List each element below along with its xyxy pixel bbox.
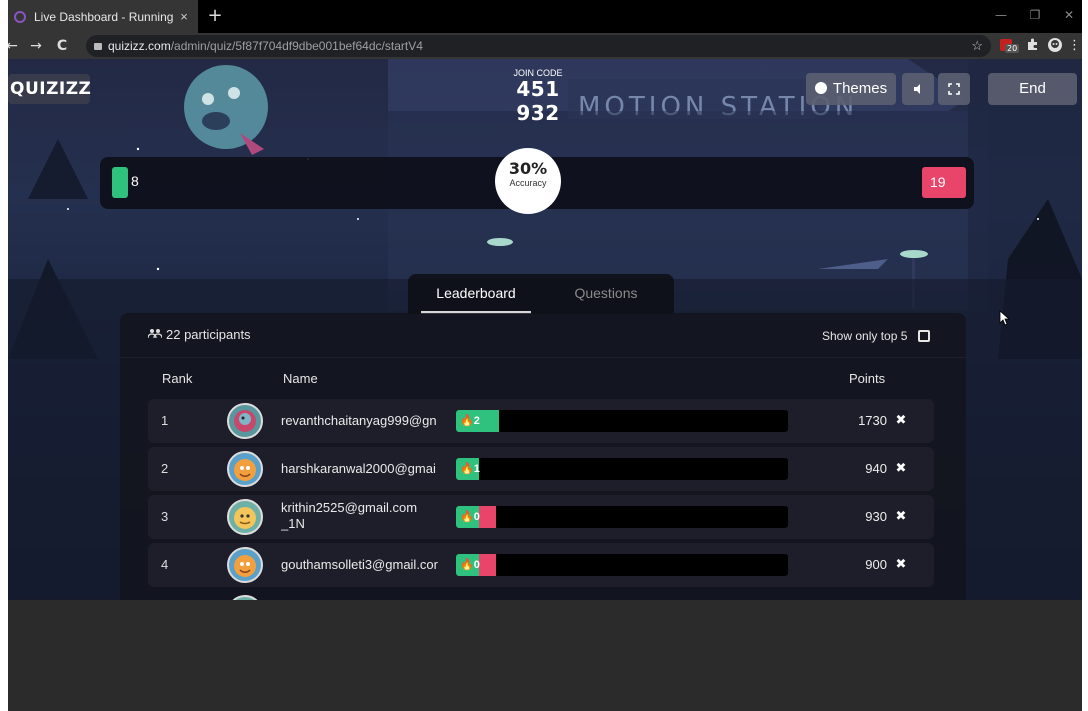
player-avatar — [227, 499, 263, 535]
themes-label: Themes — [832, 80, 888, 97]
streak-count: 🔥0 — [460, 559, 480, 571]
player-name: gouthamsolleti3@gmail.cor — [281, 557, 438, 572]
dashboard-tabs: Leaderboard Questions — [408, 274, 674, 314]
player-name-text: krithin2525@gmail.com _1N — [281, 500, 418, 531]
address-bar[interactable]: quizizz.com/admin/quiz/5f87f704df9dbe001… — [86, 35, 991, 57]
column-header-rank: Rank — [162, 371, 193, 386]
minimize-button[interactable]: — — [986, 3, 1016, 27]
streak-value: 0 — [473, 511, 480, 523]
speaker-icon — [914, 84, 920, 94]
participants-count: 22 participants — [147, 327, 251, 342]
close-window-button[interactable]: ✕ — [1054, 3, 1082, 27]
back-button[interactable]: ← — [8, 36, 22, 56]
streak-bar: 🔥1 — [456, 458, 788, 480]
accuracy-percent: 30% — [508, 159, 548, 178]
url-path: /admin/quiz/5f87f704df9dbe001bef64dc/sta… — [170, 39, 423, 53]
streak-count: 🔥0 — [460, 511, 480, 523]
tab-leaderboard[interactable]: Leaderboard — [421, 274, 531, 314]
row-rank: 4 — [161, 557, 169, 572]
player-points: 1730 — [858, 413, 887, 428]
browser-window: Live Dashboard - Running × + — ❐ ✕ ← → C… — [8, 0, 1082, 711]
row-rank: 3 — [161, 509, 169, 524]
remove-player-icon[interactable]: ✖ — [893, 447, 909, 491]
leaderboard-row: 1 revanthchaitanyag999@gn 🔥2 1730 ✖ — [148, 399, 934, 443]
quizizz-favicon-icon — [14, 10, 26, 23]
quizizz-logo: QUIZIZZ — [8, 74, 91, 104]
header-divider — [120, 357, 966, 358]
streak-count: 🔥1 — [460, 463, 480, 475]
streak-value: 0 — [473, 559, 480, 571]
column-header-name: Name — [283, 371, 318, 386]
show-top5-checkbox[interactable] — [918, 330, 930, 342]
column-header-points: Points — [849, 371, 886, 386]
leaderboard-row: 4 gouthamsolleti3@gmail.cor 🔥0 900 ✖ — [148, 543, 934, 587]
leaderboard-panel: 22 participants Show only top 5 Rank Nam… — [120, 313, 966, 600]
puzzle-extensions-icon[interactable] — [1024, 37, 1042, 55]
streak-bar: 🔥0 — [456, 506, 788, 528]
tab-title: Live Dashboard - Running — [34, 9, 174, 24]
themes-button[interactable]: Themes — [806, 73, 896, 105]
player-name: krithin2525@gmail.com _1N — [281, 495, 471, 539]
restore-button[interactable]: ❐ — [1020, 3, 1050, 27]
player-name: revanthchaitanyag999@gn — [281, 413, 437, 428]
lock-icon — [94, 43, 102, 50]
mouse-cursor-icon — [999, 310, 1011, 326]
player-points: 900 — [865, 557, 887, 572]
reload-button[interactable]: C — [52, 36, 72, 56]
leaderboard-row: 2 harshkaranwal2000@gmai 🔥1 940 ✖ — [148, 447, 934, 491]
bookmark-star-icon[interactable]: ☆ — [971, 35, 983, 57]
sound-toggle-button[interactable] — [902, 73, 934, 105]
accuracy-label: Accuracy — [509, 178, 547, 188]
browser-tab[interactable]: Live Dashboard - Running × — [8, 0, 198, 33]
correct-indicator — [112, 167, 128, 198]
extension-badge-button[interactable]: 20 — [996, 37, 1020, 55]
accuracy-circle: 30% Accuracy — [495, 148, 561, 214]
join-code: 451 932 — [516, 77, 560, 125]
tab-close-icon[interactable]: × — [174, 9, 194, 24]
participants-icon — [147, 328, 166, 342]
remove-player-icon[interactable]: ✖ — [893, 495, 909, 539]
palette-icon — [814, 82, 827, 94]
player-avatar — [227, 595, 263, 600]
extension-badge-count: 20 — [1005, 44, 1020, 53]
streak-bar: 🔥2 — [456, 410, 788, 432]
leaderboard-row: 3 krithin2525@gmail.com _1N 🔥0 930 ✖ — [148, 495, 934, 539]
leaderboard-row-partial — [148, 591, 934, 600]
player-avatar — [227, 451, 263, 487]
player-avatar — [227, 403, 263, 439]
accuracy-bar: 8 19 30% Accuracy — [100, 148, 974, 214]
new-tab-button[interactable]: + — [203, 4, 227, 28]
streak-bar: 🔥0 — [456, 554, 788, 576]
streak-count: 🔥2 — [460, 415, 480, 427]
incorrect-segment — [479, 506, 496, 528]
incorrect-count: 19 — [922, 167, 966, 198]
correct-count: 8 — [131, 173, 139, 189]
profile-avatar-icon[interactable] — [1046, 37, 1064, 55]
url-host: quizizz.com — [108, 39, 171, 53]
player-points: 930 — [865, 509, 887, 524]
tab-questions[interactable]: Questions — [551, 274, 661, 314]
show-top5-label: Show only top 5 — [822, 329, 908, 343]
incorrect-segment — [479, 554, 496, 576]
tab-strip: Live Dashboard - Running × + — ❐ ✕ — [8, 0, 1082, 33]
fullscreen-icon — [948, 83, 960, 95]
fullscreen-button[interactable] — [938, 73, 970, 105]
remove-player-icon[interactable]: ✖ — [893, 399, 909, 443]
streak-value: 1 — [473, 463, 480, 475]
browser-menu-icon[interactable]: ⋮ — [1068, 37, 1081, 55]
row-rank: 2 — [161, 461, 169, 476]
quizizz-live-dashboard: MOTION STATION QUIZIZZ JOIN CODE 451 932… — [8, 59, 1082, 600]
end-button[interactable]: End — [988, 73, 1077, 105]
player-points: 940 — [865, 461, 887, 476]
participants-text: 22 participants — [166, 327, 251, 342]
forward-button[interactable]: → — [26, 36, 46, 56]
streak-value: 2 — [473, 415, 480, 427]
player-name: harshkaranwal2000@gmai — [281, 461, 436, 476]
player-avatar — [227, 547, 263, 583]
row-rank: 1 — [161, 413, 169, 428]
remove-player-icon[interactable]: ✖ — [893, 543, 909, 587]
browser-toolbar: ← → C quizizz.com/admin/quiz/5f87f704df9… — [8, 33, 1082, 59]
